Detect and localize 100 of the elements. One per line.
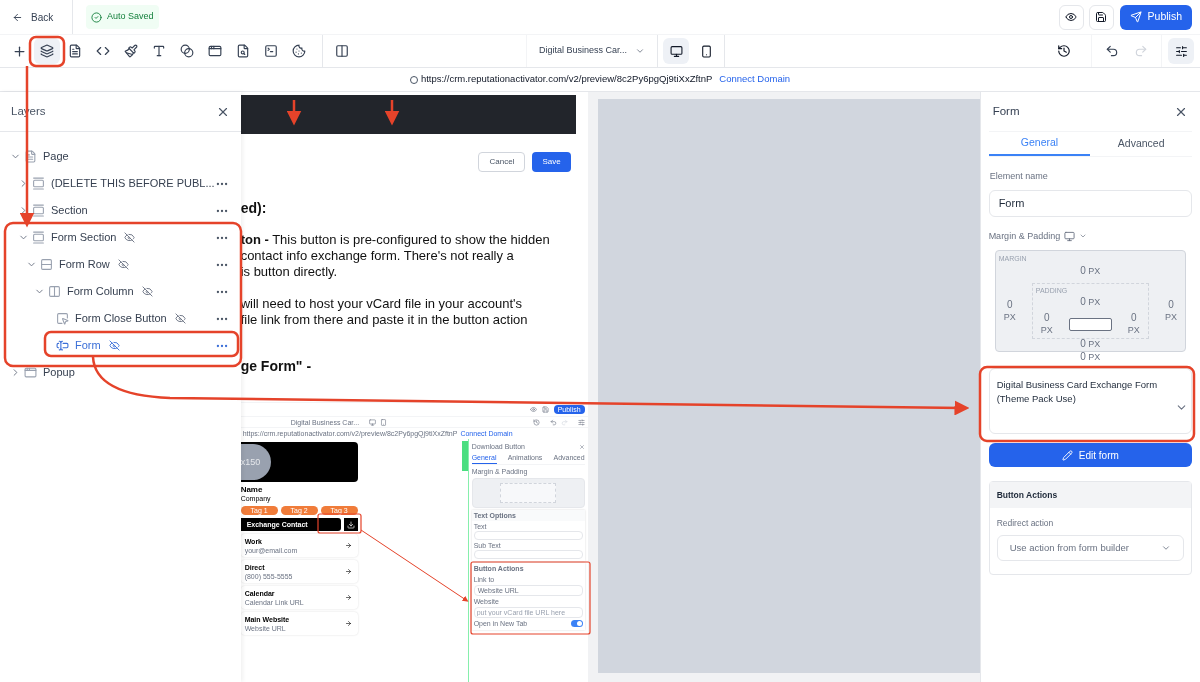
window-icon (208, 44, 222, 58)
terminal-icon (264, 44, 278, 58)
panel-tab[interactable]: Advanced (1090, 132, 1192, 156)
eye-icon (529, 406, 537, 413)
sliders-icon (1174, 44, 1188, 58)
padding-bottom-value[interactable]: 0 PX (1080, 336, 1101, 352)
field-label: Margin & Padding (988, 229, 1061, 243)
circles-icon (180, 44, 194, 58)
add-icon[interactable] (12, 43, 27, 59)
layer-type-icon (48, 285, 61, 298)
hidden-eye-icon[interactable] (174, 313, 186, 324)
layer-type-icon (32, 204, 45, 217)
layer-item[interactable]: Form Section (0, 224, 241, 251)
arrow-left-icon (12, 11, 23, 23)
auto-saved-badge: Auto Saved (86, 5, 159, 29)
form-select[interactable]: Digital Business Card Exchange Form (Theme Pack Use) (988, 368, 1192, 434)
margin-top-value[interactable]: 0 PX (1080, 266, 1101, 276)
brush-icon (124, 44, 138, 58)
monitor-icon[interactable] (1064, 230, 1076, 242)
layer-label: Form Row (59, 257, 110, 273)
element-name-field[interactable]: Form (988, 189, 1192, 217)
cancel-button[interactable]: Cancel (478, 152, 526, 172)
connect-domain-link[interactable]: Connect Domain (719, 72, 791, 87)
layer-label: Section (51, 203, 88, 219)
layer-label: Page (43, 149, 69, 165)
undo-icon[interactable] (1105, 44, 1119, 58)
preview-url: https://crm.reputationactivator.com/v2/preview/8c2Py6pgQj9tiXxZftnP (420, 72, 713, 87)
publish-button[interactable]: Publish (1119, 4, 1192, 30)
edit-form-button[interactable]: Edit form (988, 443, 1192, 467)
redo-icon (560, 418, 568, 426)
content-box (1068, 317, 1112, 331)
margin-left-value[interactable]: 0 PX (1003, 299, 1016, 323)
send-icon (1129, 11, 1142, 23)
panel-tab[interactable]: General (988, 132, 1091, 156)
split-view-icon[interactable] (335, 44, 349, 58)
history-icon[interactable] (1057, 44, 1071, 58)
code-icon (96, 44, 110, 58)
layer-item[interactable]: Section (0, 197, 241, 224)
layer-item[interactable]: Form Row (0, 251, 241, 278)
layers-icon (40, 44, 54, 58)
layer-item[interactable]: Form Column (0, 278, 241, 305)
layer-type-icon (32, 177, 45, 190)
undo-icon (549, 418, 557, 426)
smartphone-icon (380, 418, 388, 426)
hidden-eye-icon[interactable] (108, 340, 120, 351)
save-icon (541, 406, 549, 413)
annotation-arrow (384, 100, 400, 126)
layer-type-icon (56, 339, 69, 352)
hidden-eye-icon[interactable] (117, 259, 129, 270)
smartphone-icon (699, 44, 713, 58)
body-paragraph: ton - This button is pre-configured to show the hidden contact info exchange form. There's not really a is button directly. (240, 232, 551, 280)
layer-type-icon (24, 366, 37, 379)
highlight-frame (317, 513, 362, 534)
layer-label: Popup (43, 365, 75, 381)
settings-button[interactable] (1168, 38, 1194, 64)
card-title: Button Actions (989, 482, 1191, 508)
field-label: Redirect action (996, 517, 1055, 530)
text-icon (152, 44, 166, 58)
layer-label: Form (75, 338, 101, 354)
redirect-select[interactable]: Use action from form builder (996, 534, 1184, 561)
pencil-icon (1061, 449, 1073, 461)
back-button[interactable]: Back (12, 9, 54, 25)
margin-bottom-value[interactable]: 0 PX (1080, 352, 1101, 362)
save-button[interactable] (1088, 4, 1114, 30)
desktop-view-button[interactable] (663, 38, 689, 64)
layers-button[interactable] (34, 38, 60, 64)
file-search-icon (236, 44, 250, 58)
eye-icon (1065, 11, 1078, 23)
chevron-down-icon (635, 46, 645, 56)
monitor-icon (369, 418, 377, 426)
contact-name: Name (240, 485, 264, 494)
layer-type-icon (32, 231, 45, 244)
hidden-eye-icon[interactable] (141, 286, 153, 297)
layer-type-icon (56, 312, 69, 325)
section-heading: ge Form" - (240, 358, 313, 374)
layer-type-icon (40, 258, 53, 271)
preview-button[interactable] (1058, 4, 1084, 30)
sliders-icon (577, 418, 585, 426)
annotation-arrow (286, 100, 302, 126)
layer-label: (DELETE THIS BEFORE PUBL... (51, 176, 215, 192)
section-heading: ed): (240, 200, 268, 216)
layer-item[interactable]: (DELETE THIS BEFORE PUBL... (0, 170, 241, 197)
margin-right-value[interactable]: 0 PX (1164, 299, 1177, 323)
padding-top-value[interactable]: 0 PX (1080, 297, 1101, 307)
arrow-right-icon (344, 542, 352, 549)
page-selector[interactable]: Digital Business Car... (527, 35, 658, 67)
layer-item[interactable]: Form (0, 332, 241, 359)
save-button[interactable]: Save (532, 152, 571, 172)
padding-right-value[interactable]: 0 PX (1127, 312, 1140, 336)
panel-title: Form (992, 103, 1020, 119)
hidden-eye-icon[interactable] (124, 232, 136, 243)
highlight-frame (28, 35, 66, 68)
padding-left-value[interactable]: 0 PX (1040, 312, 1053, 336)
arrow-right-icon (344, 568, 352, 575)
element-toolbar (461, 441, 468, 471)
save-icon (1095, 11, 1108, 23)
layer-item[interactable]: Popup (0, 359, 241, 386)
layer-label: Form Column (67, 284, 134, 300)
layer-item[interactable]: Form Close Button (0, 305, 241, 332)
layer-item[interactable]: Page (0, 143, 241, 170)
